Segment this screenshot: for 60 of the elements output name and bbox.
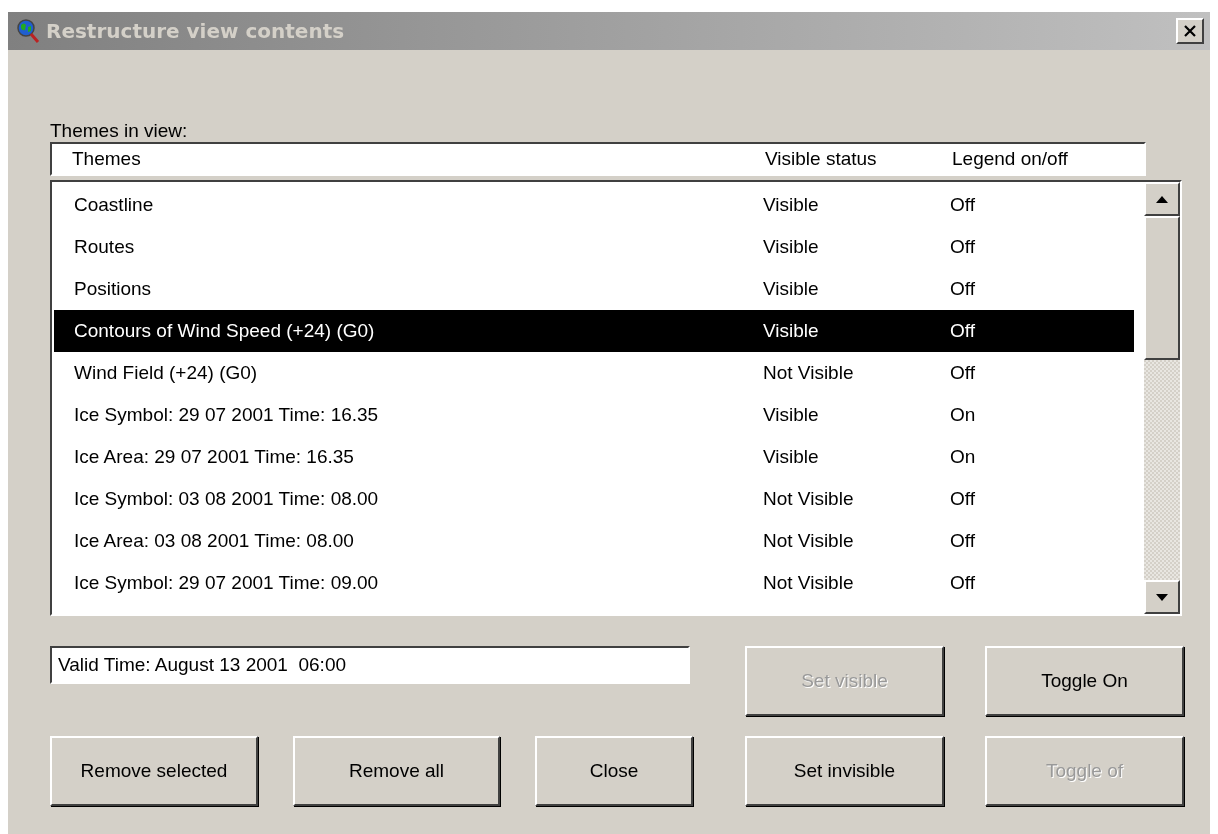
- table-cell-text: Wind Field (+24) (G0): [73, 362, 259, 384]
- table-cell: On: [950, 446, 976, 468]
- table-cell-text: Ice Symbol: 29 07 2001 Time: 09.00: [73, 572, 380, 594]
- column-header[interactable]: Legend on/off: [952, 148, 1068, 170]
- column-header[interactable]: Visible status: [765, 148, 952, 170]
- table-cell-text: Visible: [763, 320, 820, 342]
- table-cell-text: Visible: [763, 236, 820, 258]
- valid-time-field[interactable]: Valid Time: August 13 2001 06:00: [50, 646, 690, 684]
- dialog-button[interactable]: Remove all: [293, 736, 500, 806]
- table-cell-text: Ice Area: 03 08 2001 Time: 08.00: [73, 530, 355, 552]
- down-arrow-icon: [1156, 593, 1168, 601]
- table-cell-text: Ice Symbol: 29 07 2001 Time: 16.35: [73, 404, 380, 426]
- list-row[interactable]: Ice Symbol: 29 07 2001 Time: 09.00 Not Visible Off: [54, 562, 1134, 604]
- table-cell: Off: [950, 362, 975, 384]
- table-cell-text: Ice Area: 29 07 2001 Time: 16.35: [73, 446, 355, 468]
- list-row[interactable]: Routes Visible Off: [54, 226, 1134, 268]
- list-row[interactable]: Contours of Wind Speed (+24) (G0) Visible Off: [54, 310, 1134, 352]
- table-cell: Off: [950, 572, 975, 594]
- table-cell-text: Not Visible: [763, 488, 855, 510]
- table-cell: Off: [950, 278, 975, 300]
- list-row[interactable]: Coastline Visible Off: [54, 184, 1134, 226]
- list-row[interactable]: Ice Symbol: 03 08 2001 Time: 08.00 Not Visible Off: [54, 478, 1134, 520]
- scroll-thumb[interactable]: [1144, 216, 1180, 360]
- table-cell-text: Contours of Wind Speed (+24) (G0): [73, 320, 376, 342]
- scroll-down-button[interactable]: [1144, 580, 1180, 614]
- table-cell: On: [950, 404, 976, 426]
- scroll-up-button[interactable]: [1144, 182, 1180, 216]
- table-cell-text: Not Visible: [763, 530, 855, 552]
- dialog-button[interactable]: Close: [535, 736, 693, 806]
- list-row[interactable]: Wind Field (+24) (G0) Not Visible Off: [54, 352, 1134, 394]
- table-cell: Off: [950, 488, 975, 510]
- dialog-button[interactable]: Set invisible: [745, 736, 944, 806]
- list-row[interactable]: Positions Visible Off: [54, 268, 1134, 310]
- table-cell-text: Not Visible: [763, 362, 855, 384]
- table-cell: Off: [950, 320, 975, 342]
- table-cell-text: Positions: [73, 278, 153, 300]
- column-header[interactable]: Themes: [52, 148, 765, 170]
- table-cell-text: Routes: [73, 236, 136, 258]
- table-cell-text: Visible: [763, 278, 820, 300]
- table-cell: Off: [950, 530, 975, 552]
- window-title: Restructure view contents: [46, 19, 346, 43]
- close-icon: [1184, 25, 1196, 37]
- up-arrow-icon: [1156, 195, 1168, 203]
- close-button[interactable]: [1176, 18, 1204, 44]
- dialog-button[interactable]: Toggle On: [985, 646, 1184, 716]
- table-cell-text: Visible: [763, 404, 820, 426]
- list-row[interactable]: Ice Area: 03 08 2001 Time: 08.00 Not Visible Off: [54, 520, 1134, 562]
- globe-magnifier-icon: [16, 18, 40, 44]
- list-row[interactable]: Ice Symbol: 29 07 2001 Time: 16.35 Visible On: [54, 394, 1134, 436]
- table-cell-text: Visible: [763, 446, 820, 468]
- table-cell-text: Not Visible: [763, 572, 855, 594]
- table-cell-text: Coastline: [73, 194, 155, 216]
- scrollbar[interactable]: [1144, 182, 1180, 614]
- table-cell-text: Ice Symbol: 03 08 2001 Time: 08.00: [73, 488, 380, 510]
- dialog-button[interactable]: Remove selected: [50, 736, 258, 806]
- list-label: Themes in view:: [50, 120, 189, 142]
- table-cell: Off: [950, 236, 975, 258]
- table-cell: Off: [950, 194, 975, 216]
- table-cell-text: Visible: [763, 194, 820, 216]
- list-row[interactable]: Ice Area: 29 07 2001 Time: 16.35 Visible On: [54, 436, 1134, 478]
